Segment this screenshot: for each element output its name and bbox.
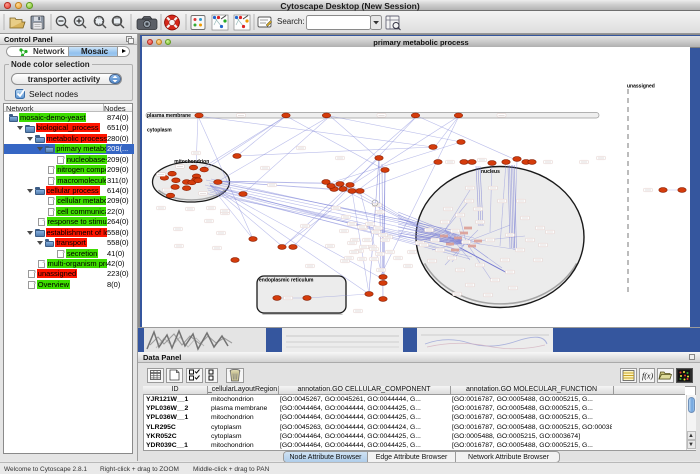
svg-text:plasma membrane: plasma membrane — [147, 113, 191, 119]
svg-text:endoplasmic reticulum: endoplasmic reticulum — [259, 278, 314, 284]
svg-text:unassigned: unassigned — [627, 84, 655, 90]
svg-text:mitochondrion: mitochondrion — [174, 159, 209, 165]
svg-text:f(x): f(x) — [642, 372, 653, 381]
svg-text:nucleus: nucleus — [481, 169, 500, 175]
svg-text:cytoplasm: cytoplasm — [147, 128, 172, 134]
